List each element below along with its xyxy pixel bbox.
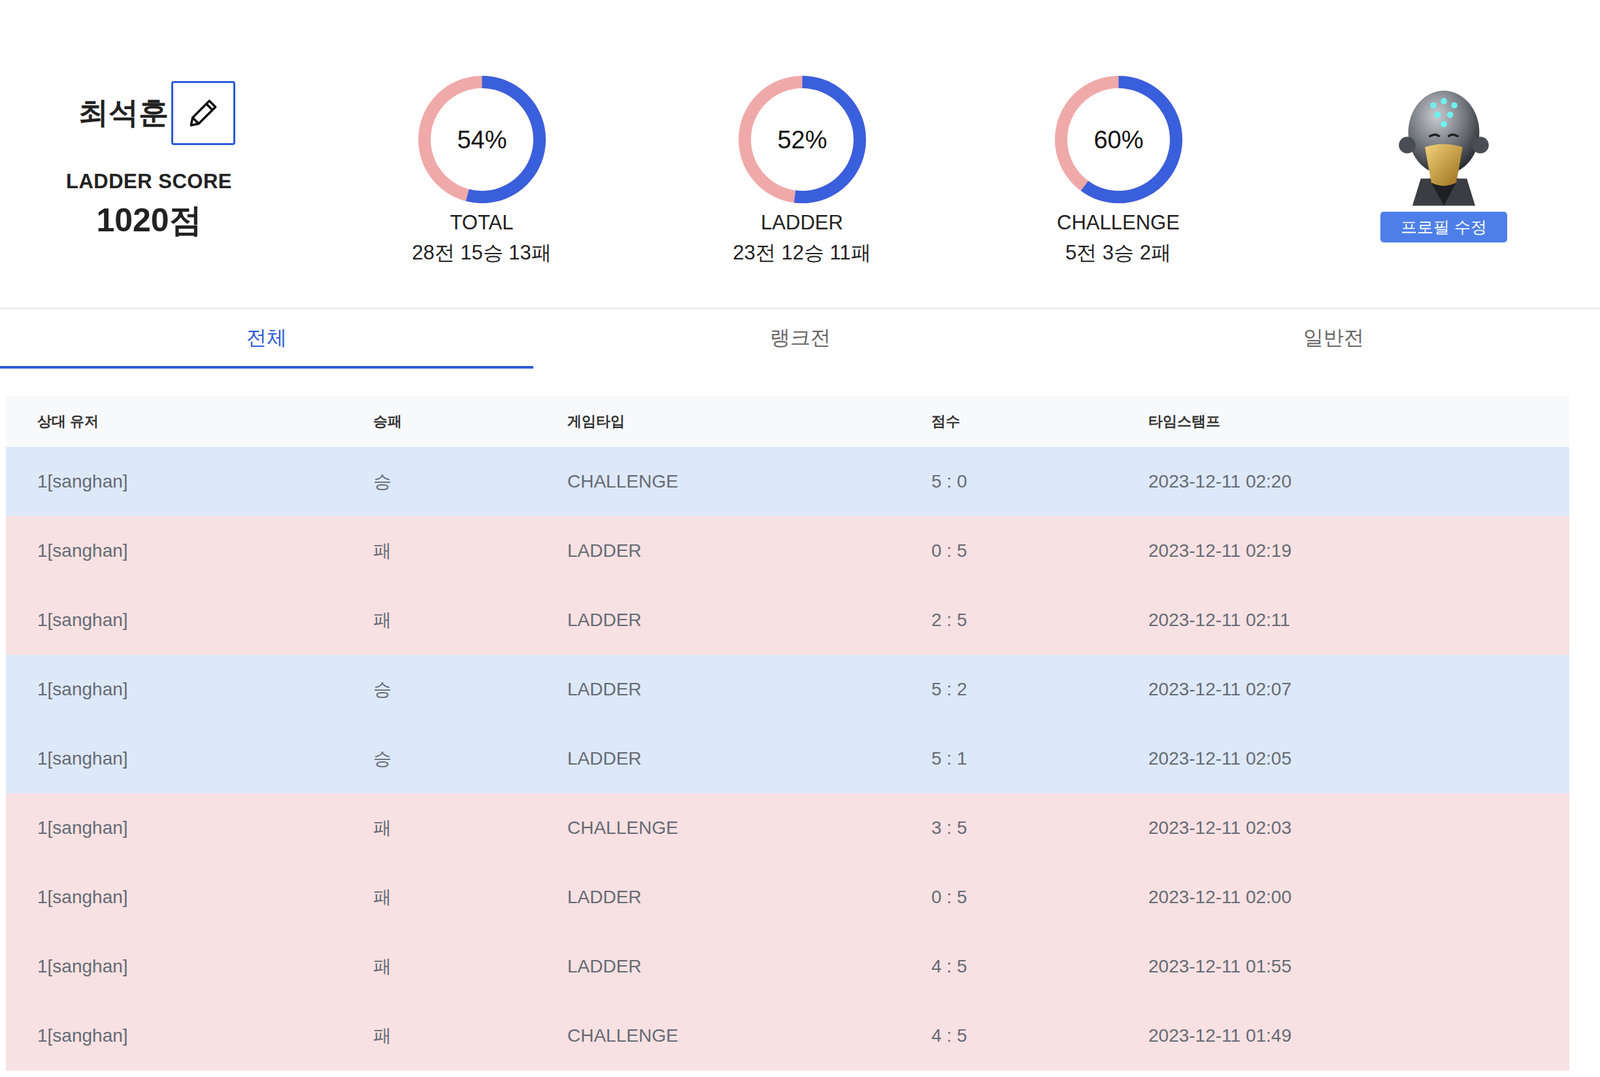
- table-row[interactable]: 1[sanghan] 승 CHALLENGE 5 : 0 2023-12-11 …: [5, 447, 1570, 517]
- pencil-icon: [184, 94, 222, 132]
- ladder-score: 1020점: [96, 198, 202, 243]
- game-type-cell: LADDER: [567, 609, 932, 631]
- stat-label: LADDER: [760, 209, 844, 236]
- opponent-cell: 1[sanghan]: [37, 748, 374, 770]
- stat-record: 28전 15승 13패: [411, 239, 552, 267]
- profile-header: 최석훈 LADDER SCORE 1020점 54% TOTAL 28전 15승…: [0, 0, 1600, 310]
- stat-card: 60% CHALLENGE 5전 3승 2패: [938, 73, 1299, 308]
- table-header: 상대 유저승패게임타입점수타임스탬프: [5, 396, 1570, 448]
- score-label: LADDER SCORE: [66, 169, 233, 194]
- tab[interactable]: 일반전: [1066, 309, 1600, 369]
- table-row[interactable]: 1[sanghan] 패 CHALLENGE 3 : 5 2023-12-11 …: [5, 793, 1570, 863]
- score-cell: 0 : 5: [931, 886, 1149, 908]
- win-rate-percent: 52%: [777, 126, 827, 154]
- opponent-cell: 1[sanghan]: [37, 817, 374, 839]
- result-cell: 승: [373, 677, 568, 702]
- profile-page: 최석훈 LADDER SCORE 1020점 54% TOTAL 28전 15승…: [0, 0, 1600, 1077]
- result-cell: 승: [373, 746, 568, 772]
- edit-profile-button[interactable]: 프로필 수정: [1380, 211, 1508, 243]
- result-cell: 패: [373, 538, 568, 564]
- column-header: 게임타입: [567, 411, 932, 432]
- profile-summary: 최석훈 LADDER SCORE 1020점: [0, 81, 299, 308]
- avatar-robot-icon: [1391, 82, 1497, 208]
- name-row: 최석훈: [78, 81, 236, 146]
- score-cell: 4 : 5: [931, 956, 1149, 978]
- match-table: 상대 유저승패게임타입점수타임스탬프 1[sanghan] 승 CHALLENG…: [5, 396, 1570, 1071]
- table-row[interactable]: 1[sanghan] 패 LADDER 0 : 5 2023-12-11 02:…: [5, 516, 1570, 586]
- score-cell: 0 : 5: [931, 540, 1149, 562]
- opponent-cell: 1[sanghan]: [37, 1025, 374, 1047]
- tab-bar: 전체랭크전일반전: [0, 309, 1600, 369]
- score-cell: 3 : 5: [931, 817, 1149, 839]
- game-type-cell: CHALLENGE: [567, 471, 932, 493]
- table-row[interactable]: 1[sanghan] 패 LADDER 2 : 5 2023-12-11 02:…: [5, 585, 1570, 655]
- table-row[interactable]: 1[sanghan] 패 CHALLENGE 4 : 5 2023-12-11 …: [5, 1001, 1570, 1071]
- timestamp-cell: 2023-12-11 02:00: [1148, 886, 1570, 908]
- timestamp-cell: 2023-12-11 02:19: [1148, 540, 1570, 562]
- game-type-cell: LADDER: [567, 748, 932, 770]
- win-rate-percent: 54%: [456, 126, 507, 154]
- stat-label: TOTAL: [449, 209, 514, 236]
- win-rate-donut: 54%: [415, 73, 549, 206]
- opponent-cell: 1[sanghan]: [37, 471, 374, 493]
- game-type-cell: LADDER: [567, 886, 932, 908]
- game-type-cell: CHALLENGE: [567, 817, 932, 839]
- result-cell: 패: [373, 1023, 568, 1049]
- score-cell: 4 : 5: [931, 1025, 1149, 1047]
- column-header: 승패: [373, 411, 568, 432]
- table-row[interactable]: 1[sanghan] 패 LADDER 4 : 5 2023-12-11 01:…: [5, 932, 1570, 1002]
- table-row[interactable]: 1[sanghan] 승 LADDER 5 : 2 2023-12-11 02:…: [5, 654, 1570, 725]
- score-cell: 2 : 5: [931, 609, 1149, 631]
- opponent-cell: 1[sanghan]: [37, 679, 374, 700]
- score-cell: 5 : 2: [931, 679, 1149, 700]
- opponent-cell: 1[sanghan]: [37, 886, 374, 908]
- timestamp-cell: 2023-12-11 02:20: [1148, 471, 1570, 493]
- game-type-cell: LADDER: [567, 679, 932, 700]
- score-cell: 5 : 0: [931, 471, 1149, 493]
- stat-card: 52% LADDER 23전 12승 11패: [665, 73, 939, 308]
- score-cell: 5 : 1: [931, 748, 1149, 770]
- user-name: 최석훈: [78, 92, 169, 134]
- timestamp-cell: 2023-12-11 01:49: [1148, 1025, 1570, 1047]
- result-cell: 패: [373, 954, 568, 980]
- stat-label: CHALLENGE: [1056, 209, 1180, 236]
- result-cell: 승: [373, 469, 568, 495]
- table-row[interactable]: 1[sanghan] 승 LADDER 5 : 1 2023-12-11 02:…: [5, 724, 1570, 794]
- table-row[interactable]: 1[sanghan] 패 LADDER 0 : 5 2023-12-11 02:…: [5, 862, 1570, 933]
- result-cell: 패: [373, 884, 568, 910]
- timestamp-cell: 2023-12-11 02:07: [1148, 679, 1570, 700]
- stat-record: 23전 12승 11패: [732, 239, 871, 267]
- tab[interactable]: 전체: [0, 309, 534, 369]
- timestamp-cell: 2023-12-11 02:11: [1148, 609, 1570, 631]
- opponent-cell: 1[sanghan]: [37, 956, 374, 978]
- stat-record: 5전 3승 2패: [1065, 239, 1172, 267]
- edit-name-button[interactable]: [171, 81, 236, 146]
- column-header: 점수: [931, 411, 1149, 432]
- game-type-cell: LADDER: [567, 956, 932, 978]
- opponent-cell: 1[sanghan]: [37, 609, 374, 631]
- column-header: 상대 유저: [37, 411, 374, 432]
- game-type-cell: LADDER: [567, 540, 932, 562]
- game-type-cell: CHALLENGE: [567, 1025, 932, 1047]
- avatar-section: 프로필 수정: [1298, 82, 1590, 308]
- timestamp-cell: 2023-12-11 02:05: [1148, 748, 1570, 770]
- win-rate-percent: 60%: [1093, 126, 1144, 154]
- stat-card: 54% TOTAL 28전 15승 13패: [298, 73, 666, 308]
- result-cell: 패: [373, 607, 568, 633]
- tab[interactable]: 랭크전: [533, 309, 1067, 369]
- result-cell: 패: [373, 815, 568, 841]
- win-rate-donut: 60%: [1052, 73, 1185, 206]
- column-header: 타임스탬프: [1148, 411, 1570, 432]
- opponent-cell: 1[sanghan]: [37, 540, 374, 562]
- timestamp-cell: 2023-12-11 02:03: [1148, 817, 1570, 839]
- timestamp-cell: 2023-12-11 01:55: [1148, 956, 1570, 978]
- win-rate-donut: 52%: [735, 73, 869, 206]
